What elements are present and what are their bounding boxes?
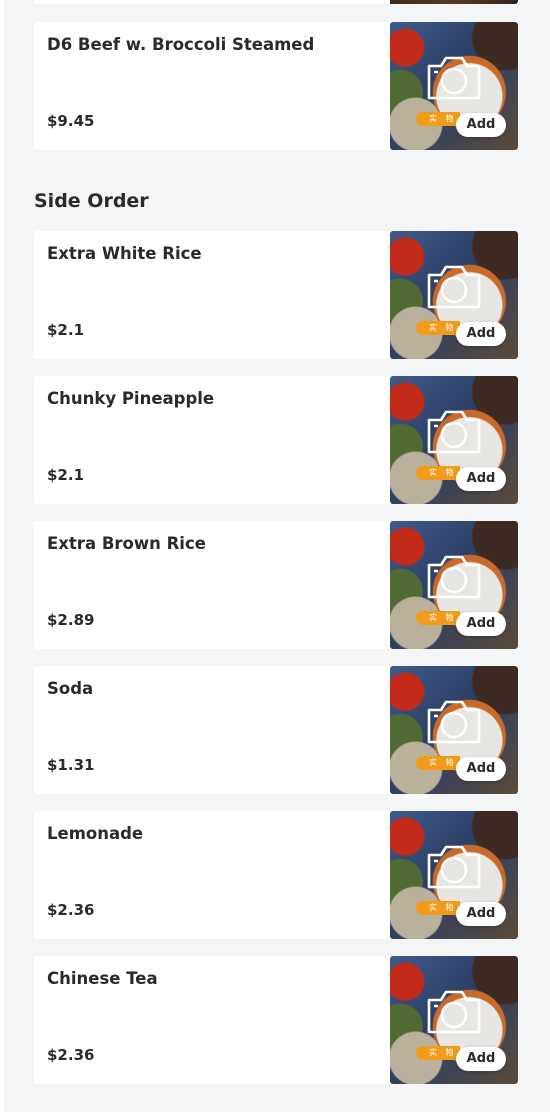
add-button[interactable]: Add xyxy=(456,757,506,781)
item-name: Chinese Tea xyxy=(47,969,158,988)
menu-item-card[interactable]: Extra White Rice $2.1 实 物 Add xyxy=(34,231,518,359)
item-price: $2.89 xyxy=(47,611,95,629)
camera-icon xyxy=(427,265,481,309)
item-name: Extra White Rice xyxy=(47,244,202,263)
item-price: $2.36 xyxy=(47,1046,95,1064)
item-thumbnail[interactable]: 实 物 Add xyxy=(390,231,518,359)
item-price: $2.1 xyxy=(47,321,85,339)
menu-item-card[interactable]: Chunky Pineapple $2.1 实 物 Add xyxy=(34,376,518,504)
camera-icon xyxy=(427,555,481,599)
item-name: Extra Brown Rice xyxy=(47,534,206,553)
item-thumbnail[interactable]: 实 物 Add xyxy=(390,666,518,794)
camera-icon xyxy=(427,56,481,100)
real-photo-badge: 实 物 xyxy=(416,321,460,335)
item-thumbnail[interactable]: 实 物 Add xyxy=(390,811,518,939)
menu-item-card[interactable]: Lemonade $2.36 实 物 Add xyxy=(34,811,518,939)
item-name: Lemonade xyxy=(47,824,144,843)
real-photo-badge: 实 物 xyxy=(416,756,460,770)
item-thumbnail[interactable]: 实 物 Add xyxy=(390,22,518,150)
add-button[interactable]: Add xyxy=(456,322,506,346)
add-button[interactable]: Add xyxy=(456,113,506,137)
item-price: $1.31 xyxy=(47,756,95,774)
camera-icon xyxy=(427,845,481,889)
add-button[interactable]: Add xyxy=(456,467,506,491)
add-button[interactable]: Add xyxy=(456,1047,506,1071)
section-title: Side Order xyxy=(34,190,149,212)
item-name: Chunky Pineapple xyxy=(47,389,215,408)
item-thumbnail[interactable]: 实 物 Add xyxy=(390,521,518,649)
real-photo-badge: 实 物 xyxy=(416,466,460,480)
item-thumbnail[interactable]: 实 物 Add xyxy=(390,956,518,1084)
menu-item-card-partial xyxy=(34,0,518,4)
item-name: Soda xyxy=(47,679,94,698)
menu-item-card[interactable]: D6 Beef w. Broccoli Steamed $9.45 实 物 Ad… xyxy=(34,22,518,150)
real-photo-badge: 实 物 xyxy=(416,611,460,625)
menu-item-card[interactable]: Extra Brown Rice $2.89 实 物 Add xyxy=(34,521,518,649)
item-price: $9.45 xyxy=(47,112,95,130)
item-thumbnail[interactable]: 实 物 Add xyxy=(390,376,518,504)
real-photo-badge: 实 物 xyxy=(416,1046,460,1060)
menu-item-card[interactable]: Soda $1.31 实 物 Add xyxy=(34,666,518,794)
item-price: $2.36 xyxy=(47,901,95,919)
camera-icon xyxy=(427,410,481,454)
add-button[interactable]: Add xyxy=(456,902,506,926)
menu-item-card[interactable]: Chinese Tea $2.36 实 物 Add xyxy=(34,956,518,1084)
item-price: $2.1 xyxy=(47,466,85,484)
camera-icon xyxy=(427,990,481,1034)
real-photo-badge: 实 物 xyxy=(416,112,460,126)
item-name: D6 Beef w. Broccoli Steamed xyxy=(47,35,315,54)
add-button[interactable]: Add xyxy=(456,612,506,636)
item-thumbnail-partial xyxy=(390,0,518,4)
real-photo-badge: 实 物 xyxy=(416,901,460,915)
camera-icon xyxy=(427,700,481,744)
